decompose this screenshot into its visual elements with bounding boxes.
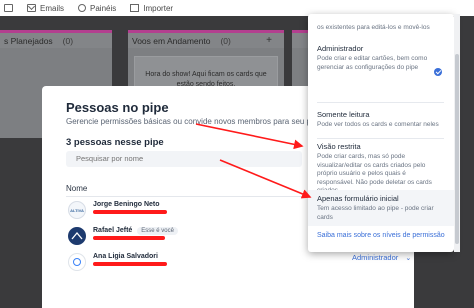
dropdown-scrollbar[interactable] [454,14,460,252]
option-apenas-formulario[interactable]: Apenas formulário inicial Tem acesso lim… [308,190,454,226]
option-visao-restrita[interactable]: Visão restrita Pode criar cards, mas só … [308,142,454,196]
avatar [68,227,86,245]
nav-emails-label: Emails [40,3,65,13]
nav-emails[interactable]: Emails [27,4,64,13]
member-name-wrapper: Rafael Jefté Esse é você [93,227,178,235]
option-title: Apenas formulário inicial [317,194,399,203]
scrollbar-thumb[interactable] [455,54,459,244]
dropdown-top-fragment: os existentes para editá-los e movê-los [317,24,430,31]
member-name: Jorge Beningo Neto [93,201,160,208]
redaction-mark [93,210,167,214]
avatar-logo-icon [71,232,83,240]
mail-icon [27,4,36,12]
role-select[interactable]: Administrador ⌄ [352,253,411,262]
dashboard-icon [78,4,87,12]
nav-dashboards[interactable]: Painéis [78,4,116,13]
option-administrador[interactable]: Administrador Pode criar e editar cartõe… [308,44,454,72]
phase-count: (0) [220,35,231,46]
pipefy-logo-icon [73,258,81,266]
role-select-value: Administrador [352,253,399,262]
option-title: Somente leitura [317,110,370,119]
member-count-title: 3 pessoas nesse pipe [66,137,164,148]
redaction-mark [93,262,167,266]
phase-header: s Planejados (0) [0,30,112,48]
phase-title: Voos em Andamento [132,35,211,46]
nav-calendar[interactable] [4,4,13,12]
selected-check-icon [434,68,442,76]
phase-count: (0) [62,35,74,46]
member-name: Ana Ligia Salvadori [93,253,158,260]
member-row: Ana Ligia Salvadori Administrador ⌄ [66,250,411,274]
name-column-header: Nome [66,184,88,193]
chevron-down-icon: ⌄ [405,255,412,262]
modal-title: Pessoas no pipe [66,100,169,115]
nav-importer-label: Importer [143,3,174,13]
you-badge: Esse é você [137,227,178,235]
phase-header [292,30,308,48]
import-icon [130,4,140,12]
modal-subtitle: Gerencie permissões básicas ou convide n… [66,117,322,126]
option-somente-leitura[interactable]: Somente leitura Pode ver todos os cards … [308,110,454,130]
learn-more-link[interactable]: Saiba mais sobre os níveis de permissão [317,232,445,239]
option-description: Tem acesso limitado ao pipe - pode criar… [317,205,434,221]
member-name: Rafael Jefté [93,227,133,234]
divider [317,138,444,139]
divider [317,102,444,103]
avatar: ALTIVA [68,201,86,219]
permission-dropdown: os existentes para editá-los e movê-los … [308,14,454,252]
avatar [68,253,86,271]
option-title: Administrador [317,44,364,53]
redaction-mark [93,236,165,240]
add-card-icon[interactable]: + [266,35,272,46]
option-title: Visão restrita [317,142,361,151]
calendar-icon [4,4,13,12]
phase-title: s Planejados [4,35,53,46]
nav-dashboards-label: Painéis [90,3,117,13]
nav-importer[interactable]: Importer [130,4,173,13]
phase-header: Voos em Andamento (0) [128,30,284,48]
search-input[interactable] [66,151,302,167]
option-description: Pode criar e editar cartões, bem como ge… [317,55,428,71]
option-description: Pode ver todos os cards e comentar neles [317,121,439,128]
